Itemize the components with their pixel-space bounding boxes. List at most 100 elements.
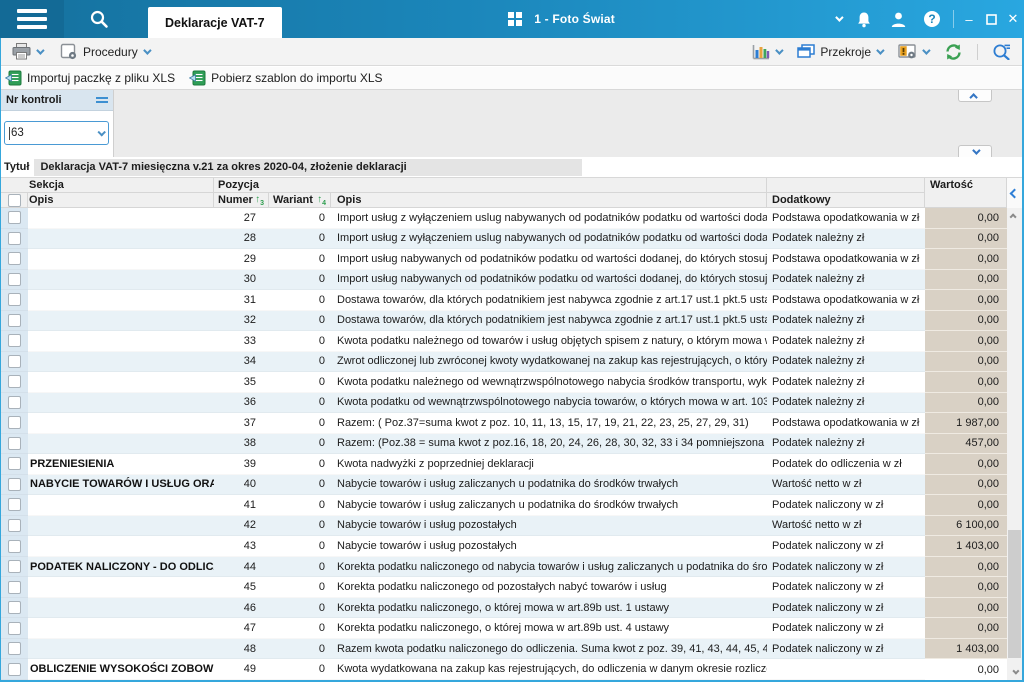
cell-wartosc[interactable]: 0,00	[925, 290, 1007, 311]
row-checkbox[interactable]	[8, 293, 21, 306]
sort-ascending-icon[interactable]: ↑4	[317, 194, 326, 207]
cell-wartosc[interactable]: 0,00	[925, 659, 1007, 680]
table-row[interactable]: PODATEK NALICZONY - DO ODLICZE440Korekta…	[1, 557, 1007, 578]
row-checkbox[interactable]	[8, 437, 21, 450]
chart-dropdown-chevron-icon[interactable]	[775, 46, 783, 54]
row-checkbox[interactable]	[8, 314, 21, 327]
import-xls-button[interactable]: Importuj paczkę z pliku XLS	[5, 70, 175, 86]
cell-wartosc[interactable]: 0,00	[925, 618, 1007, 639]
row-checkbox[interactable]	[8, 396, 21, 409]
cell-wartosc[interactable]: 0,00	[925, 270, 1007, 291]
table-row[interactable]: 280Import usług z wyłączeniem uslug naby…	[1, 229, 1007, 250]
cell-wartosc[interactable]: 457,00	[925, 434, 1007, 455]
cell-wartosc[interactable]: 0,00	[925, 331, 1007, 352]
scroll-down-button[interactable]	[1007, 665, 1022, 680]
row-checkbox[interactable]	[8, 498, 21, 511]
help-button[interactable]: ?	[920, 0, 944, 38]
select-all-checkbox[interactable]	[8, 194, 21, 207]
header-opis-sekcja[interactable]: Opis	[28, 193, 214, 208]
row-checkbox[interactable]	[8, 211, 21, 224]
table-row[interactable]: 470Korekta podatku naliczonego, o której…	[1, 618, 1007, 639]
row-checkbox[interactable]	[8, 478, 21, 491]
view-settings-chevron-icon[interactable]	[922, 46, 930, 54]
panel-scroll-down-button[interactable]	[958, 145, 992, 157]
hamburger-menu-button[interactable]	[0, 0, 64, 38]
apps-grid-icon[interactable]	[508, 12, 522, 26]
cell-wartosc[interactable]: 0,00	[925, 495, 1007, 516]
combo-chevron-icon[interactable]	[97, 128, 105, 136]
cell-wartosc[interactable]: 0,00	[925, 557, 1007, 578]
przekroje-button[interactable]: Przekroje	[792, 40, 887, 64]
company-chevron-icon[interactable]	[835, 13, 843, 21]
cell-wartosc[interactable]: 0,00	[925, 454, 1007, 475]
row-checkbox[interactable]	[8, 601, 21, 614]
table-row[interactable]: 380Razem: (Poz.38 = suma kwot z poz.16, …	[1, 434, 1007, 455]
cell-wartosc[interactable]: 0,00	[925, 249, 1007, 270]
row-checkbox[interactable]	[8, 375, 21, 388]
notifications-button[interactable]	[852, 0, 876, 38]
row-checkbox[interactable]	[8, 519, 21, 532]
row-checkbox[interactable]	[8, 581, 21, 594]
table-row[interactable]: 350Kwota podatku należnego od wewnątrzws…	[1, 372, 1007, 393]
header-dodatkowy[interactable]: Dodatkowy	[767, 193, 925, 208]
table-row[interactable]: OBLICZENIE WYSOKOŚCI ZOBOWIĄZ490Kwota wy…	[1, 659, 1007, 680]
scrollbar-thumb[interactable]	[1008, 530, 1021, 658]
cell-wartosc[interactable]: 0,00	[925, 577, 1007, 598]
cell-wartosc[interactable]: 0,00	[925, 598, 1007, 619]
cell-wartosc[interactable]: 0,00	[925, 475, 1007, 496]
sort-ascending-icon[interactable]: ↑3	[255, 194, 264, 207]
cell-wartosc[interactable]: 0,00	[925, 393, 1007, 414]
table-row[interactable]: 360Kwota podatku od wewnątrzwspólnotoweg…	[1, 393, 1007, 414]
table-row[interactable]: 460Korekta podatku naliczonego, o której…	[1, 598, 1007, 619]
table-row[interactable]: 330Kwota podatku należnego od towarów i …	[1, 331, 1007, 352]
cell-wartosc[interactable]: 1 987,00	[925, 413, 1007, 434]
header-pozycja[interactable]: Pozycja	[214, 178, 767, 193]
filter-menu-icon[interactable]	[96, 97, 108, 103]
minimize-button[interactable]: –	[958, 0, 980, 38]
table-row[interactable]: 270Import usług z wyłączeniem uslug naby…	[1, 208, 1007, 229]
cell-wartosc[interactable]: 1 403,00	[925, 536, 1007, 557]
table-row[interactable]: 420Nabycie towarów i usług pozostałychWa…	[1, 516, 1007, 537]
filter-combobox[interactable]: 63	[4, 121, 109, 145]
row-checkbox[interactable]	[8, 416, 21, 429]
row-checkbox[interactable]	[8, 334, 21, 347]
table-row[interactable]: 410Nabycie towarów i usług zaliczanych u…	[1, 495, 1007, 516]
cell-wartosc[interactable]: 0,00	[925, 208, 1007, 229]
table-row[interactable]: 370Razem: ( Poz.37=suma kwot z poz. 10, …	[1, 413, 1007, 434]
close-button[interactable]: ✕	[1002, 0, 1024, 38]
refresh-button[interactable]	[939, 40, 968, 64]
download-template-button[interactable]: Pobierz szablon do importu XLS	[189, 70, 382, 86]
cell-wartosc[interactable]: 0,00	[925, 311, 1007, 332]
table-row[interactable]: 290Import usług nabywanych od podatników…	[1, 249, 1007, 270]
view-settings-button[interactable]	[893, 40, 933, 64]
header-wariant[interactable]: Wariant↑4	[269, 193, 331, 208]
maximize-button[interactable]	[980, 0, 1002, 38]
cell-wartosc[interactable]: 0,00	[925, 229, 1007, 250]
row-checkbox[interactable]	[8, 273, 21, 286]
row-checkbox[interactable]	[8, 642, 21, 655]
user-button[interactable]	[886, 0, 910, 38]
print-button[interactable]	[7, 40, 47, 64]
panel-scroll-up-button[interactable]	[958, 90, 992, 102]
titlebar-search-button[interactable]	[64, 0, 134, 38]
procedury-button[interactable]: Procedury	[55, 40, 154, 64]
header-wartosc[interactable]: Wartość	[925, 178, 1007, 208]
cell-wartosc[interactable]: 0,00	[925, 352, 1007, 373]
header-numer[interactable]: Numer↑3	[214, 193, 269, 208]
row-checkbox[interactable]	[8, 252, 21, 265]
row-checkbox[interactable]	[8, 560, 21, 573]
row-checkbox[interactable]	[8, 355, 21, 368]
scroll-up-button[interactable]	[1007, 208, 1022, 223]
row-checkbox[interactable]	[8, 457, 21, 470]
collapse-panel-button[interactable]	[1007, 178, 1022, 208]
table-row[interactable]: 480Razem kwota podatku naliczonego do od…	[1, 639, 1007, 660]
table-row[interactable]: 340Zwrot odliczonej lub zwróconej kwoty …	[1, 352, 1007, 373]
row-checkbox[interactable]	[8, 663, 21, 676]
header-opis-pozycja[interactable]: Opis	[331, 193, 767, 208]
table-row[interactable]: 300Import usług nabywanych od podatników…	[1, 270, 1007, 291]
print-dropdown-chevron-icon[interactable]	[36, 46, 44, 54]
table-row[interactable]: 450Korekta podatku naliczonego od pozost…	[1, 577, 1007, 598]
tab-deklaracje-vat7[interactable]: Deklaracje VAT-7	[148, 7, 282, 38]
chart-button[interactable]	[747, 40, 786, 64]
table-row[interactable]: 430Nabycie towarów i usług pozostałychPo…	[1, 536, 1007, 557]
